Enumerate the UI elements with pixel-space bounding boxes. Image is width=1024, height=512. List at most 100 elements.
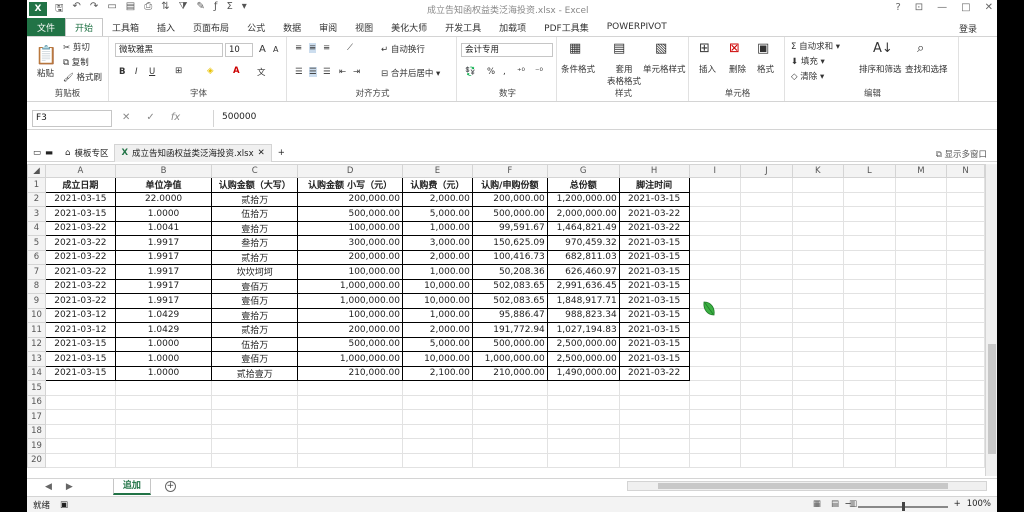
cell[interactable]	[740, 206, 793, 222]
tab-page-layout[interactable]: 页面布局	[184, 18, 238, 36]
tab-template-zone[interactable]: ⌂ 模板专区	[59, 144, 114, 162]
data-cell[interactable]: 2021-03-15	[44, 365, 116, 381]
row-header[interactable]: 12	[27, 336, 46, 352]
column-header[interactable]: L	[843, 164, 896, 178]
customize-icon[interactable]: ▾	[242, 1, 247, 18]
row-header[interactable]: 3	[27, 206, 46, 222]
name-box[interactable]: F3	[32, 110, 112, 127]
cell[interactable]	[44, 438, 116, 454]
align-middle-icon[interactable]: ≡	[309, 43, 317, 53]
row-header[interactable]: 10	[27, 307, 46, 323]
cell[interactable]	[297, 452, 403, 468]
data-cell[interactable]: 1.9917	[114, 249, 213, 265]
data-cell[interactable]: 1,000,000.00	[297, 278, 403, 294]
multi-window-button[interactable]: ⧉ 显示多窗口	[936, 148, 987, 160]
cell[interactable]	[618, 380, 690, 396]
add-sheet-button[interactable]: +	[164, 481, 176, 492]
comma-button[interactable]: ,	[503, 67, 506, 77]
data-cell[interactable]: 200,000.00	[297, 191, 403, 207]
cell[interactable]	[44, 380, 116, 396]
cell[interactable]	[688, 409, 742, 425]
data-cell[interactable]: 1.0429	[114, 307, 213, 323]
column-header[interactable]: A	[44, 164, 116, 178]
cell[interactable]	[791, 409, 845, 425]
data-cell[interactable]: 99,591.67	[471, 220, 548, 236]
cell[interactable]	[843, 336, 896, 352]
cell[interactable]	[471, 452, 548, 468]
cell[interactable]	[114, 438, 213, 454]
data-cell[interactable]: 2021-03-15	[618, 278, 690, 294]
cell[interactable]	[843, 191, 896, 207]
cell[interactable]	[946, 322, 985, 338]
decrease-decimal-icon[interactable]: ⁻⁰	[535, 67, 543, 77]
confirm-edit-button[interactable]: ✓	[146, 112, 154, 123]
data-cell[interactable]: 22.0000	[114, 191, 213, 207]
cell[interactable]	[688, 220, 742, 236]
cell[interactable]	[402, 409, 473, 425]
data-cell[interactable]: 10,000.00	[402, 351, 473, 367]
data-cell[interactable]: 2,000.00	[402, 191, 473, 207]
data-cell[interactable]: 2021-03-22	[618, 220, 690, 236]
cell[interactable]	[740, 322, 793, 338]
cell[interactable]	[946, 264, 985, 280]
data-cell[interactable]: 1.9917	[114, 264, 213, 280]
row-header[interactable]: 11	[27, 322, 46, 338]
percent-button[interactable]: %	[487, 67, 495, 77]
cell[interactable]	[740, 191, 793, 207]
data-cell[interactable]: 2021-03-22	[618, 365, 690, 381]
cell[interactable]	[946, 293, 985, 309]
orientation-icon[interactable]: ⟋	[347, 43, 353, 53]
data-cell[interactable]: 2021-03-15	[618, 351, 690, 367]
tab-insert[interactable]: 插入	[148, 18, 184, 36]
cell[interactable]	[211, 394, 299, 410]
cell[interactable]	[791, 423, 845, 439]
cell[interactable]	[211, 452, 299, 468]
cell[interactable]	[791, 278, 845, 294]
cell[interactable]	[843, 365, 896, 381]
print-icon[interactable]: ⎙	[144, 1, 152, 18]
save-icon[interactable]: 🖫	[55, 1, 64, 18]
data-cell[interactable]: 1.0000	[114, 351, 213, 367]
cancel-edit-button[interactable]: ✕	[122, 112, 130, 123]
paste-icon[interactable]: 📋	[35, 45, 57, 66]
cell[interactable]	[894, 365, 948, 381]
data-cell[interactable]: 2,000.00	[402, 249, 473, 265]
data-cell[interactable]: 2021-03-15	[44, 191, 116, 207]
cell[interactable]	[791, 191, 845, 207]
cell[interactable]	[791, 220, 845, 236]
data-cell[interactable]: 1,000,000.00	[297, 351, 403, 367]
insert-function-button[interactable]: fx	[171, 112, 180, 123]
cell[interactable]	[946, 191, 985, 207]
cell[interactable]	[894, 394, 948, 410]
cell[interactable]	[297, 380, 403, 396]
data-cell[interactable]: 502,083.65	[471, 278, 548, 294]
login-link[interactable]: 登录	[959, 22, 977, 35]
cell[interactable]	[791, 307, 845, 323]
cell[interactable]	[946, 438, 985, 454]
cell[interactable]	[688, 438, 742, 454]
data-cell[interactable]: 988,823.34	[546, 307, 620, 323]
column-header[interactable]: D	[297, 164, 403, 178]
cell-styles-button[interactable]: 单元格样式	[643, 63, 686, 75]
data-cell[interactable]: 壹拾万	[211, 307, 299, 323]
cell[interactable]	[740, 438, 793, 454]
cell[interactable]	[546, 438, 620, 454]
fill-color-icon[interactable]: ◈	[207, 66, 214, 76]
close-button[interactable]: ✕	[985, 2, 993, 13]
column-header[interactable]: B	[114, 164, 213, 178]
row-header[interactable]: 9	[27, 293, 46, 309]
conditional-format-button[interactable]: 条件格式	[561, 63, 595, 75]
cell[interactable]	[688, 365, 742, 381]
cell[interactable]	[740, 394, 793, 410]
cell[interactable]	[688, 235, 742, 251]
zoom-in-button[interactable]: +	[954, 499, 961, 509]
header-cell[interactable]: 认购/申购份额	[471, 177, 548, 193]
row-header[interactable]: 16	[27, 394, 46, 410]
tab-file[interactable]: 文件	[27, 18, 65, 36]
data-cell[interactable]: 500,000.00	[297, 336, 403, 352]
sheet-tab-active[interactable]: 追加	[112, 478, 151, 495]
cell[interactable]	[297, 423, 403, 439]
sum-qa-icon[interactable]: Σ	[226, 1, 232, 18]
merge-center-button[interactable]: ⊟ 合并后居中 ▾	[381, 67, 440, 79]
data-cell[interactable]: 2021-03-22	[618, 206, 690, 222]
